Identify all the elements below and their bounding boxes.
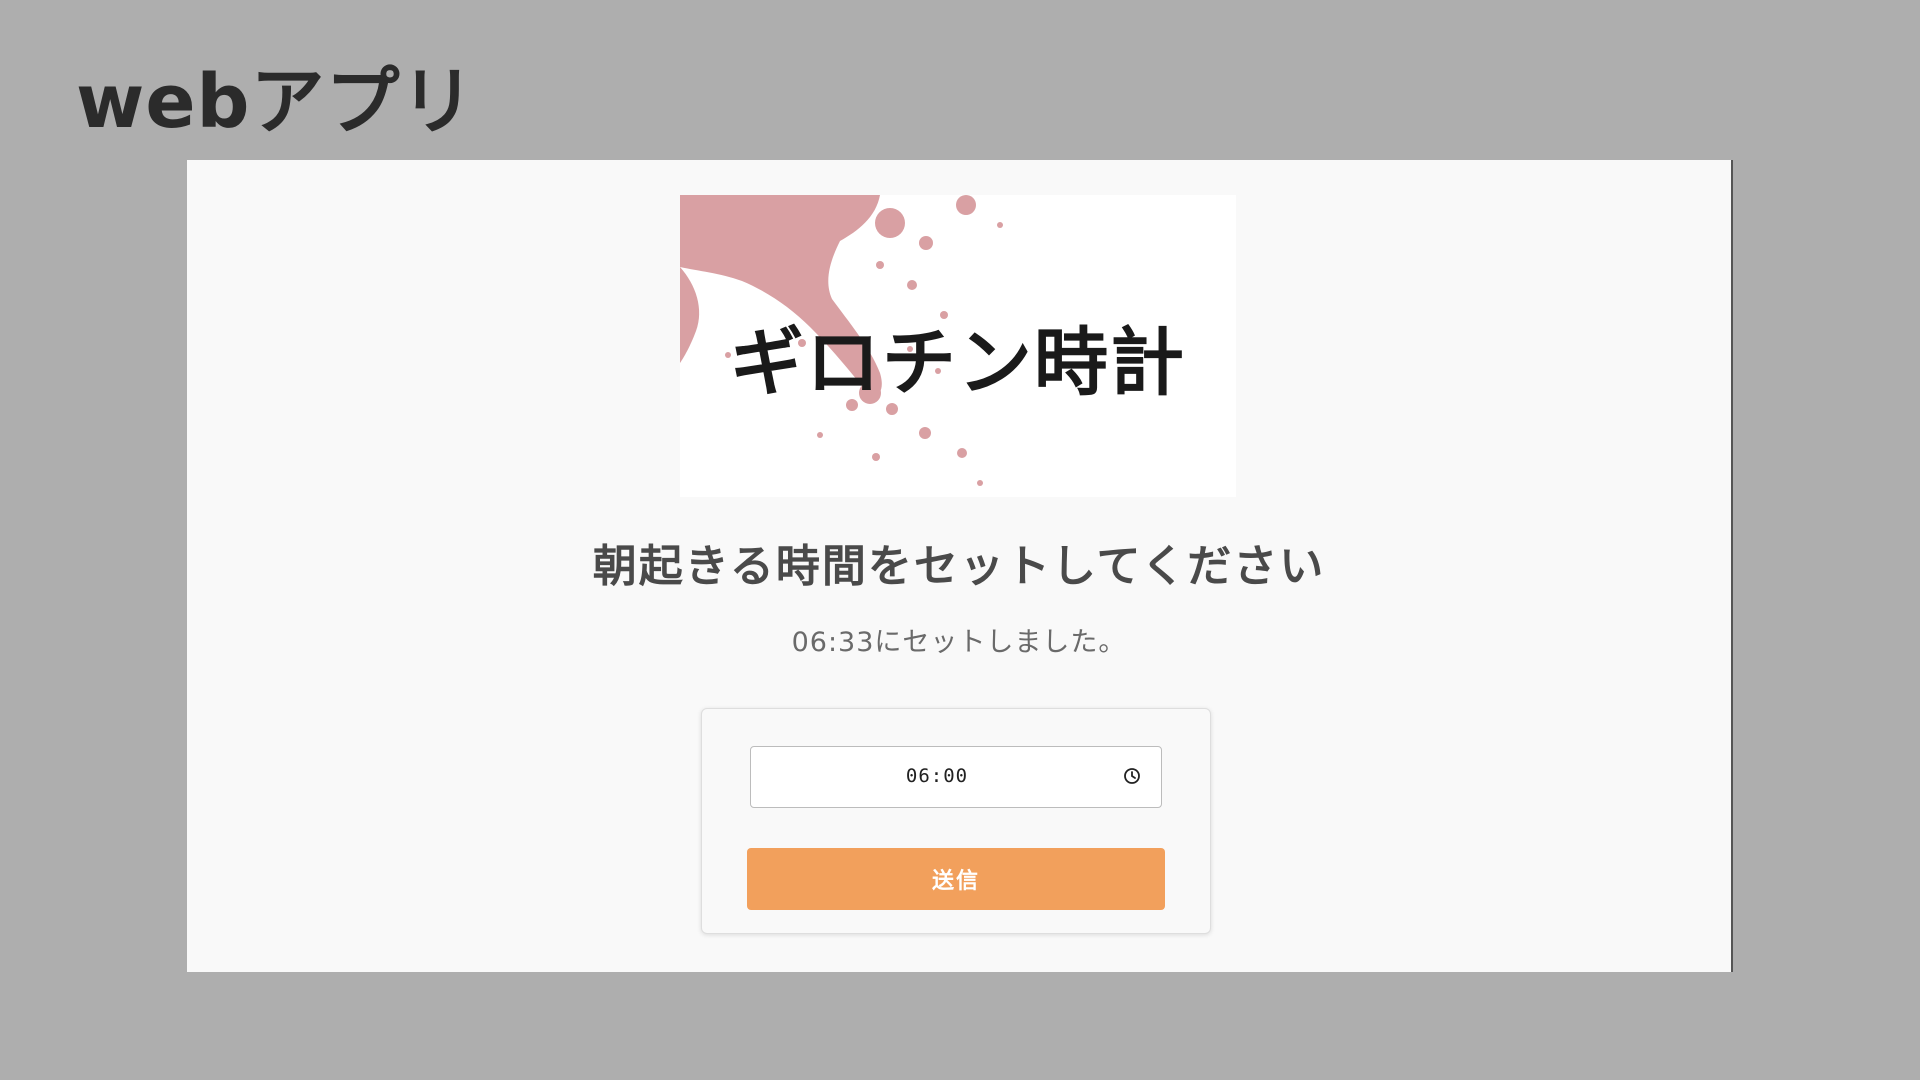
app-logo: ギロチン時計 — [680, 195, 1236, 497]
alarm-form: 06:00 送信 — [701, 708, 1211, 934]
logo-text: ギロチン時計 — [730, 320, 1186, 406]
app-window: ギロチン時計 朝起きる時間をセットしてください 06:33にセットしました。 0… — [187, 160, 1733, 972]
status-message: 06:33にセットしました。 — [791, 627, 1127, 658]
clock-icon[interactable] — [1123, 767, 1141, 785]
slide-title: webアプリ — [76, 59, 476, 145]
page-heading: 朝起きる時間をセットしてください — [592, 541, 1326, 592]
submit-button[interactable]: 送信 — [747, 848, 1165, 910]
time-input-value: 06:00 — [905, 765, 969, 787]
time-input[interactable]: 06:00 — [750, 746, 1162, 808]
